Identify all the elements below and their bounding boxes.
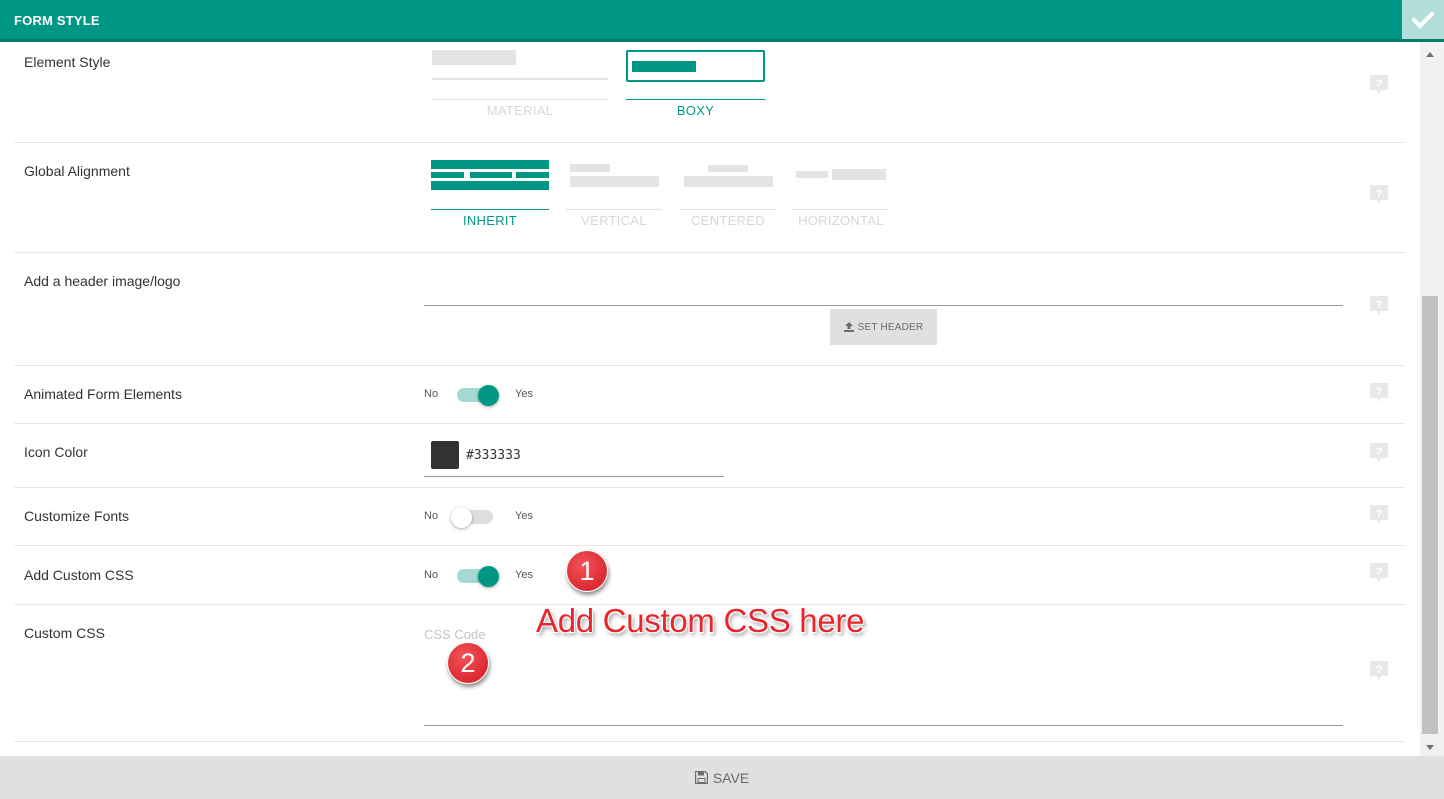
material-caption: MATERIAL (486, 103, 554, 118)
icon-color-field-underline (424, 476, 724, 477)
svg-text:?: ? (1376, 566, 1383, 578)
vertical-preview-field (570, 176, 659, 187)
material-underline (431, 99, 609, 100)
help-bubble-icon[interactable]: ? (1369, 74, 1389, 96)
vertical-underline (566, 209, 662, 210)
help-bubble-icon[interactable]: ? (1369, 382, 1389, 404)
row-header-image: Add a header image/logo SET HEADER ? (14, 253, 1405, 366)
svg-text:?: ? (1376, 78, 1383, 90)
customize-fonts-label: Customize Fonts (24, 508, 130, 524)
style-option-boxy[interactable]: BOXY (626, 50, 765, 120)
scrollbar-thumb[interactable] (1422, 296, 1438, 734)
save-button[interactable]: SAVE (0, 756, 1444, 799)
alignment-option-inherit[interactable]: INHERIT (431, 159, 549, 229)
annotation-badge-1: 1 (566, 550, 608, 592)
element-style-label: Element Style (24, 54, 111, 70)
svg-text:?: ? (1376, 446, 1383, 458)
row-add-custom-css: Add Custom CSS No Yes ? (14, 546, 1405, 605)
global-alignment-label: Global Alignment (24, 163, 130, 179)
row-global-alignment: Global Alignment INHERIT VERTICAL CENTER… (14, 143, 1405, 253)
animated-toggle[interactable] (455, 385, 499, 406)
form-style-header: FORM STYLE (0, 0, 1444, 42)
help-bubble-icon[interactable]: ? (1369, 660, 1389, 682)
centered-underline (680, 209, 776, 210)
help-bubble-icon[interactable]: ? (1369, 295, 1389, 317)
help-bubble-icon[interactable]: ? (1369, 184, 1389, 206)
upload-icon (843, 322, 854, 332)
custom-css-label: Custom CSS (24, 625, 105, 641)
fonts-no-label: No (424, 510, 439, 522)
animated-no-label: No (424, 388, 439, 400)
help-bubble-icon[interactable]: ? (1369, 504, 1389, 526)
set-header-button[interactable]: SET HEADER (830, 309, 937, 345)
centered-caption: CENTERED (691, 213, 765, 228)
floppy-disk-icon (694, 771, 708, 784)
svg-text:?: ? (1376, 188, 1383, 200)
toggle-knob (451, 507, 472, 528)
animated-yes-label: Yes (515, 388, 533, 400)
horizontal-underline (793, 209, 889, 210)
toggle-knob (478, 385, 499, 406)
row-animated-elements: Animated Form Elements No Yes ? (14, 366, 1405, 424)
svg-text:?: ? (1376, 386, 1383, 398)
customize-fonts-toggle[interactable] (451, 507, 495, 528)
alignment-option-centered[interactable]: CENTERED (680, 159, 776, 229)
style-option-material[interactable]: MATERIAL (431, 48, 609, 118)
alignment-option-horizontal[interactable]: HORIZONTAL (793, 159, 889, 229)
header-image-label: Add a header image/logo (24, 273, 181, 289)
animated-label: Animated Form Elements (24, 386, 182, 402)
set-header-label: SET HEADER (857, 321, 924, 333)
fonts-yes-label: Yes (515, 510, 533, 522)
annotation-callout: Add Custom CSS here (536, 602, 865, 639)
inherit-preview-bar-top (431, 160, 549, 169)
horizontal-preview-field (832, 169, 886, 180)
header-title: FORM STYLE (14, 13, 100, 28)
toggle-knob (478, 566, 499, 587)
inherit-preview-seg-2 (470, 172, 512, 178)
row-icon-color: Icon Color #333333 ? (14, 424, 1405, 488)
custom-css-underline (424, 725, 1343, 726)
help-bubble-icon[interactable]: ? (1369, 562, 1389, 584)
help-bubble-icon[interactable]: ? (1369, 442, 1389, 464)
row-customize-fonts: Customize Fonts No Yes ? (14, 488, 1405, 546)
inherit-preview-bar-bottom (431, 181, 549, 190)
scroll-up-arrow-icon[interactable] (1426, 52, 1434, 57)
check-icon (1412, 10, 1434, 29)
horizontal-caption: HORIZONTAL (798, 213, 884, 228)
icon-color-swatch[interactable] (431, 441, 459, 469)
inherit-caption: INHERIT (462, 213, 518, 228)
centered-preview-field (684, 176, 773, 187)
confirm-button[interactable] (1402, 0, 1444, 39)
boxy-underline (626, 99, 765, 100)
boxy-preview-box (626, 50, 765, 82)
header-image-field[interactable] (424, 305, 1343, 306)
svg-text:?: ? (1376, 664, 1383, 676)
form-style-settings: Element Style MATERIAL BOXY ? Global Ali… (0, 42, 1420, 756)
icon-color-value[interactable]: #333333 (466, 448, 521, 463)
inherit-preview-seg-3 (516, 172, 549, 178)
inherit-preview-seg-1 (431, 172, 464, 178)
boxy-preview-fill (632, 61, 696, 72)
horizontal-preview-label (796, 171, 828, 178)
vertical-caption: VERTICAL (581, 213, 647, 228)
annotation-badge-2: 2 (447, 642, 489, 684)
save-label: SAVE (712, 769, 750, 786)
scroll-down-arrow-icon[interactable] (1426, 745, 1434, 750)
row-element-style: Element Style MATERIAL BOXY ? (14, 42, 1405, 143)
css-yes-label: Yes (515, 569, 533, 581)
centered-preview-label (708, 165, 748, 172)
svg-text:?: ? (1376, 508, 1383, 520)
css-no-label: No (424, 569, 439, 581)
alignment-option-vertical[interactable]: VERTICAL (566, 159, 662, 229)
icon-color-label: Icon Color (24, 444, 88, 460)
material-preview-block (432, 50, 516, 65)
boxy-caption: BOXY (676, 103, 715, 118)
vertical-preview-label (570, 164, 610, 172)
inherit-underline (431, 209, 549, 210)
add-custom-css-label: Add Custom CSS (24, 567, 134, 583)
vertical-scrollbar[interactable] (1420, 42, 1444, 756)
add-custom-css-toggle[interactable] (455, 566, 499, 587)
material-preview-line (432, 78, 608, 80)
svg-text:?: ? (1376, 299, 1383, 311)
